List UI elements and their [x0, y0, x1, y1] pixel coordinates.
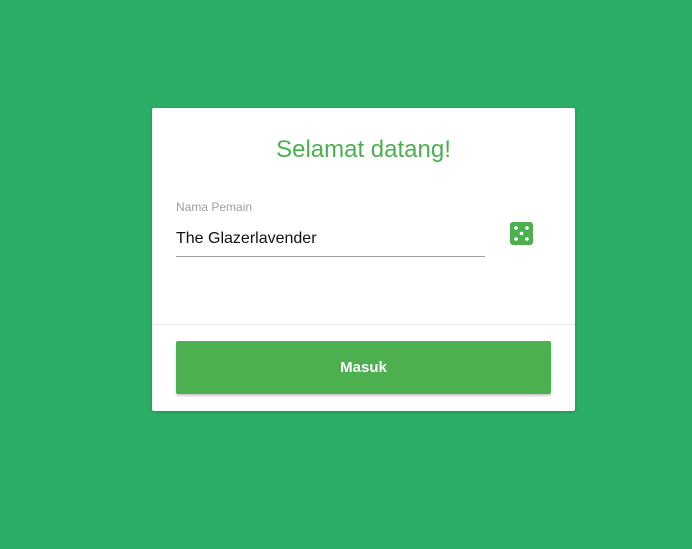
login-card: Selamat datang! Nama Pemain Masuk: [152, 108, 575, 411]
player-name-input[interactable]: [176, 222, 485, 257]
card-divider: [152, 324, 575, 325]
welcome-title: Selamat datang!: [276, 136, 451, 163]
submit-button[interactable]: Masuk: [176, 341, 551, 394]
player-name-label: Nama Pemain: [176, 200, 253, 214]
dice-icon[interactable]: [510, 222, 533, 245]
